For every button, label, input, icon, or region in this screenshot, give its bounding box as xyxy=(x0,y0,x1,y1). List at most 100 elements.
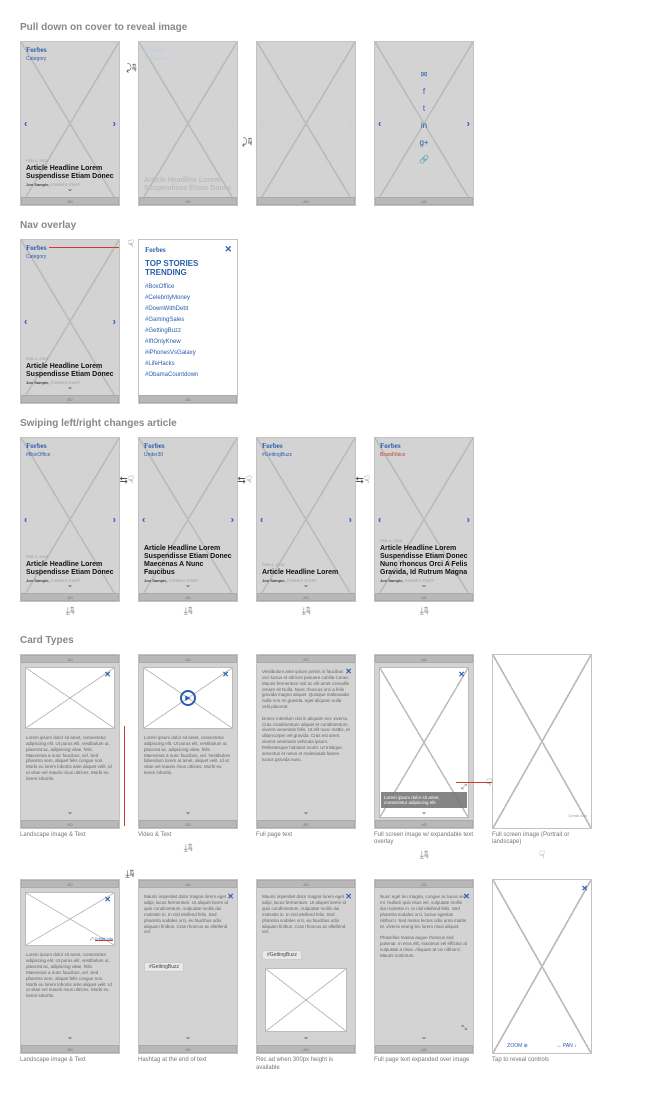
chevron-down-icon[interactable]: ⌄ xyxy=(67,580,74,589)
chevron-down-icon[interactable]: ⌄ xyxy=(303,1032,310,1041)
prev-arrow[interactable]: ‹ xyxy=(378,118,381,129)
screen-article-4[interactable]: Forbes BrandVoice ‹ › FEB 4, 2015 Articl… xyxy=(374,437,474,602)
card-fullscreen-image[interactable]: Credit Info xyxy=(492,654,592,829)
chevron-down-icon[interactable]: ⌄ xyxy=(185,807,192,816)
ad-slot[interactable]: AD xyxy=(21,655,119,663)
ad-slot[interactable]: AD xyxy=(139,197,237,205)
card-rec-ad[interactable]: AD ✕ Mauris imperdiet dolor magna lorem … xyxy=(256,879,356,1054)
card-landscape-image-text-2[interactable]: AD ✕ ⤢ Credit Info Lorem ipsum dolor sit… xyxy=(20,879,120,1054)
ad-slot[interactable]: AD xyxy=(21,593,119,601)
screen-cover-image-revealed[interactable]: ‹ › AD xyxy=(256,41,356,206)
dismiss-icon[interactable]: ✕ xyxy=(222,670,229,679)
prev-arrow[interactable]: ‹ xyxy=(260,118,263,129)
ad-slot[interactable]: AD xyxy=(257,197,355,205)
category-label[interactable]: Category xyxy=(26,56,46,62)
card-tap-reveal-controls[interactable]: ✕ ZOOM ⊕ ↔ PAN ↕ xyxy=(492,879,592,1054)
card-text-expanded-over-image[interactable]: AD ✕ Nunc eget leo magna, congue ac lacu… xyxy=(374,879,474,1054)
category-label[interactable]: #BoxOffice xyxy=(26,452,50,458)
chevron-down-icon[interactable]: ⌄ xyxy=(67,382,74,391)
screen-cover-with-annotation[interactable]: Forbes Category ‹ › FEB 4, 2015 Article … xyxy=(20,239,120,404)
prev-arrow[interactable]: ‹ xyxy=(142,514,145,525)
share-linkedin-icon[interactable]: in xyxy=(419,121,429,130)
chevron-down-icon[interactable]: ⌄ xyxy=(303,807,310,816)
category-label-brandvoice[interactable]: BrandVoice xyxy=(380,452,406,458)
close-icon[interactable]: ✕ xyxy=(224,244,232,255)
screen-article-2[interactable]: Forbes Under30 ‹ › FEB 4, 2015 Article H… xyxy=(138,437,238,602)
screen-cover-default[interactable]: Forbes Category ‹ › FEB 4, 2015 Article … xyxy=(20,41,120,206)
next-arrow[interactable]: › xyxy=(231,118,234,129)
share-link-icon[interactable]: 🔗 xyxy=(419,155,429,164)
nav-item[interactable]: #GettingBuzz xyxy=(145,326,231,337)
rec-ad-placeholder[interactable] xyxy=(265,968,347,1032)
chevron-down-icon[interactable]: ⌄ xyxy=(185,580,192,589)
ad-slot[interactable]: AD xyxy=(21,820,119,828)
ad-slot[interactable]: AD xyxy=(21,1045,119,1053)
chevron-down-icon[interactable]: ⌄ xyxy=(67,184,74,193)
share-twitter-icon[interactable]: t xyxy=(419,104,429,113)
ad-slot[interactable]: AD xyxy=(257,1045,355,1053)
chevron-down-icon[interactable]: ⌄ xyxy=(185,1032,192,1041)
screen-article-3[interactable]: Forbes #GettingBuzz ‹ › FEB 4, 2015 Arti… xyxy=(256,437,356,602)
card-fullscreen-image-overlay[interactable]: AD ✕ Lorem ipsum dolor sit amet, consect… xyxy=(374,654,474,829)
chevron-down-icon[interactable]: ⌄ xyxy=(67,807,74,816)
next-arrow[interactable]: › xyxy=(231,514,234,525)
nav-item[interactable]: #IfIOnlyKnew xyxy=(145,337,231,348)
ad-slot[interactable]: AD xyxy=(139,880,237,888)
ad-slot[interactable]: AD xyxy=(375,880,473,888)
next-arrow[interactable]: › xyxy=(349,118,352,129)
nav-item[interactable]: #DownWithDebt xyxy=(145,304,231,315)
ad-slot[interactable]: AD xyxy=(139,1045,237,1053)
next-arrow[interactable]: › xyxy=(113,514,116,525)
ad-slot[interactable]: AD xyxy=(139,395,237,403)
ad-slot[interactable]: AD xyxy=(139,820,237,828)
nav-item[interactable]: #ObamaCountdown xyxy=(145,370,231,381)
next-arrow[interactable]: › xyxy=(467,514,470,525)
collapse-icon[interactable]: ⤡ xyxy=(461,1025,467,1033)
ad-slot[interactable]: AD xyxy=(257,880,355,888)
prev-arrow[interactable]: ‹ xyxy=(260,514,263,525)
ad-slot[interactable]: AD xyxy=(375,197,473,205)
ad-slot[interactable]: AD xyxy=(257,593,355,601)
screen-cover-pulling[interactable]: Forbes Sponsored ‹ › Article Headline Lo… xyxy=(138,41,238,206)
ad-slot[interactable]: AD xyxy=(375,820,473,828)
prev-arrow[interactable]: ‹ xyxy=(378,514,381,525)
chevron-down-icon[interactable]: ⌄ xyxy=(303,580,310,589)
prev-arrow[interactable]: ‹ xyxy=(24,316,27,327)
brand-logo[interactable]: Forbes xyxy=(145,246,231,254)
ad-slot[interactable]: AD xyxy=(375,1045,473,1053)
chevron-down-icon[interactable]: ⌄ xyxy=(67,1032,74,1041)
video-placeholder[interactable]: ✕ ▶ xyxy=(143,667,233,729)
share-facebook-icon[interactable]: f xyxy=(419,87,429,96)
ad-slot[interactable]: AD xyxy=(375,593,473,601)
ad-slot[interactable]: AD xyxy=(139,593,237,601)
dismiss-icon[interactable]: ✕ xyxy=(458,670,465,679)
ad-slot[interactable]: AD xyxy=(21,880,119,888)
ad-slot[interactable]: AD xyxy=(375,655,473,663)
screen-share-overlay[interactable]: ‹ › ✉ f t in g+ 🔗 AD xyxy=(374,41,474,206)
prev-arrow[interactable]: ‹ xyxy=(24,514,27,525)
ad-slot[interactable]: AD xyxy=(21,395,119,403)
next-arrow[interactable]: › xyxy=(113,118,116,129)
next-arrow[interactable]: › xyxy=(113,316,116,327)
category-label[interactable]: #GettingBuzz xyxy=(262,452,292,458)
chevron-down-icon[interactable]: ⌄ xyxy=(421,807,428,816)
nav-item[interactable]: #LifeHacks xyxy=(145,359,231,370)
prev-arrow[interactable]: ‹ xyxy=(24,118,27,129)
card-hashtag-end[interactable]: AD ✕ Mauris imperdiet dolor magna lorem … xyxy=(138,879,238,1054)
category-label[interactable]: Under30 xyxy=(144,452,163,458)
card-full-page-text[interactable]: AD ✕ Vestibulum ante ipsum primis in fau… xyxy=(256,654,356,829)
prev-arrow[interactable]: ‹ xyxy=(142,118,145,129)
dismiss-icon[interactable]: ✕ xyxy=(581,884,588,893)
ad-slot[interactable]: AD xyxy=(21,197,119,205)
ad-slot[interactable]: AD xyxy=(257,655,355,663)
card-video-text[interactable]: AD ✕ ▶ Lorem ipsum dolor sit amet, conse… xyxy=(138,654,238,829)
dismiss-icon[interactable]: ✕ xyxy=(104,670,111,679)
ad-slot[interactable]: AD xyxy=(139,655,237,663)
category-label[interactable]: Category xyxy=(26,254,46,260)
pan-control[interactable]: ↔ PAN ↕ xyxy=(556,1043,576,1049)
screen-article-1[interactable]: Forbes #BoxOffice ‹ › FEB 4, 2015 Articl… xyxy=(20,437,120,602)
dismiss-icon[interactable]: ✕ xyxy=(104,895,111,904)
nav-item[interactable]: #GamingSales xyxy=(145,315,231,326)
zoom-control[interactable]: ZOOM ⊕ xyxy=(507,1043,528,1049)
hashtag-pill[interactable]: #GettingBuzz xyxy=(144,962,184,972)
